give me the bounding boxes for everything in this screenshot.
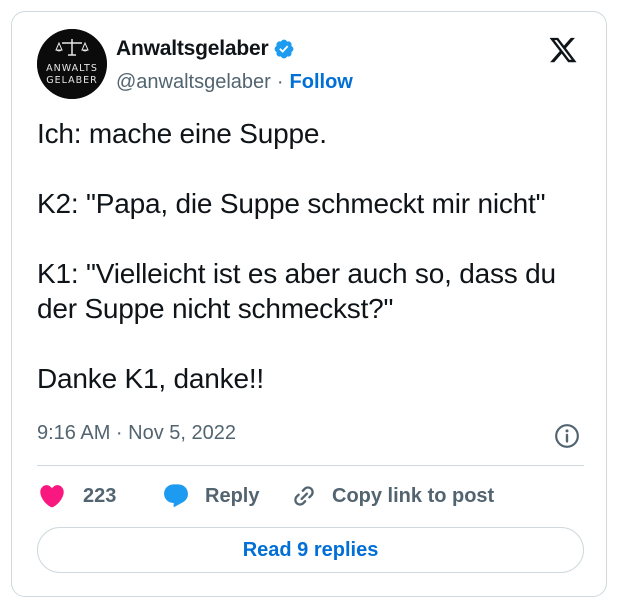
verified-badge-icon [275,39,294,59]
reply-label: Reply [205,484,260,507]
heart-icon [40,485,64,508]
tweet-line: Ich: mache eine Suppe. [37,118,327,149]
avatar-text-line1: ANWALTS [46,63,98,74]
author-name-row: Anwaltsgelaber [116,37,295,61]
author-handle-row: @anwaltsgelaber · Follow [116,71,353,94]
tweet-timestamp[interactable]: 9:16 AM · Nov 5, 2022 [37,422,236,445]
follow-link[interactable]: Follow [290,71,353,94]
reply-bubble-icon [164,484,188,508]
author-name[interactable]: Anwaltsgelaber [116,37,269,61]
copy-link-button[interactable]: Copy link to post [290,480,494,512]
scales-of-justice-icon: ANWALTS GELABER [37,29,107,99]
like-button[interactable]: 223 [37,480,116,512]
x-logo-icon[interactable] [547,35,579,65]
tweet-line: K2: "Papa, die Suppe schmeckt mir nicht" [37,188,546,219]
author-handle[interactable]: @anwaltsgelaber [116,71,271,94]
tweet-line: Danke K1, danke!! [37,363,264,394]
link-icon [294,486,314,506]
divider [37,465,584,466]
copy-link-label: Copy link to post [332,484,495,507]
like-count: 223 [83,484,117,507]
read-replies-button[interactable]: Read 9 replies [37,527,584,573]
avatar-text-line2: GELABER [46,75,98,86]
handle-separator: · [276,71,284,93]
info-icon[interactable] [554,423,580,449]
avatar[interactable]: ANWALTS GELABER [37,29,107,99]
reply-button[interactable]: Reply [161,480,259,512]
tweet-line: K1: "Vielleicht ist es aber auch so, das… [37,258,556,324]
tweet-text: Ich: mache eine Suppe. K2: "Papa, die Su… [37,116,587,396]
action-bar: 223 Reply Copy link to post [37,480,584,512]
